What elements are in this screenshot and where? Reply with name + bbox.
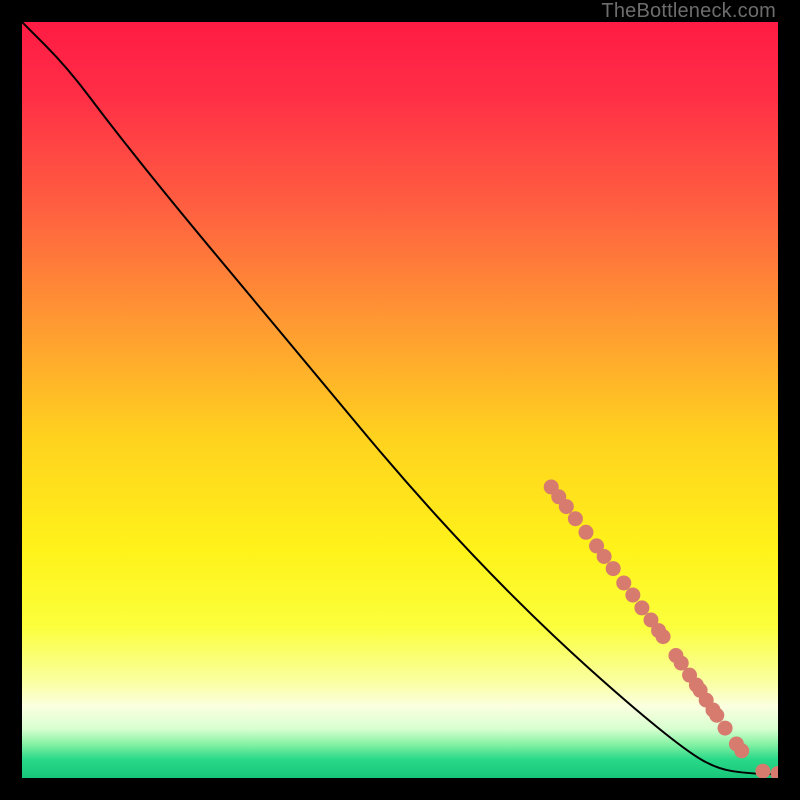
data-marker — [578, 525, 593, 540]
data-marker — [625, 588, 640, 603]
gradient-background — [22, 22, 778, 778]
data-marker — [709, 708, 724, 723]
data-marker — [568, 511, 583, 526]
data-marker — [634, 600, 649, 615]
chart-frame — [22, 22, 778, 778]
data-marker — [616, 575, 631, 590]
data-marker — [606, 561, 621, 576]
data-marker — [559, 499, 574, 514]
data-marker — [597, 549, 612, 564]
data-marker — [674, 656, 689, 671]
data-marker — [734, 743, 749, 758]
watermark-text: TheBottleneck.com — [601, 0, 776, 23]
data-marker — [755, 764, 770, 778]
data-marker — [718, 721, 733, 736]
bottleneck-chart — [22, 22, 778, 778]
data-marker — [656, 629, 671, 644]
